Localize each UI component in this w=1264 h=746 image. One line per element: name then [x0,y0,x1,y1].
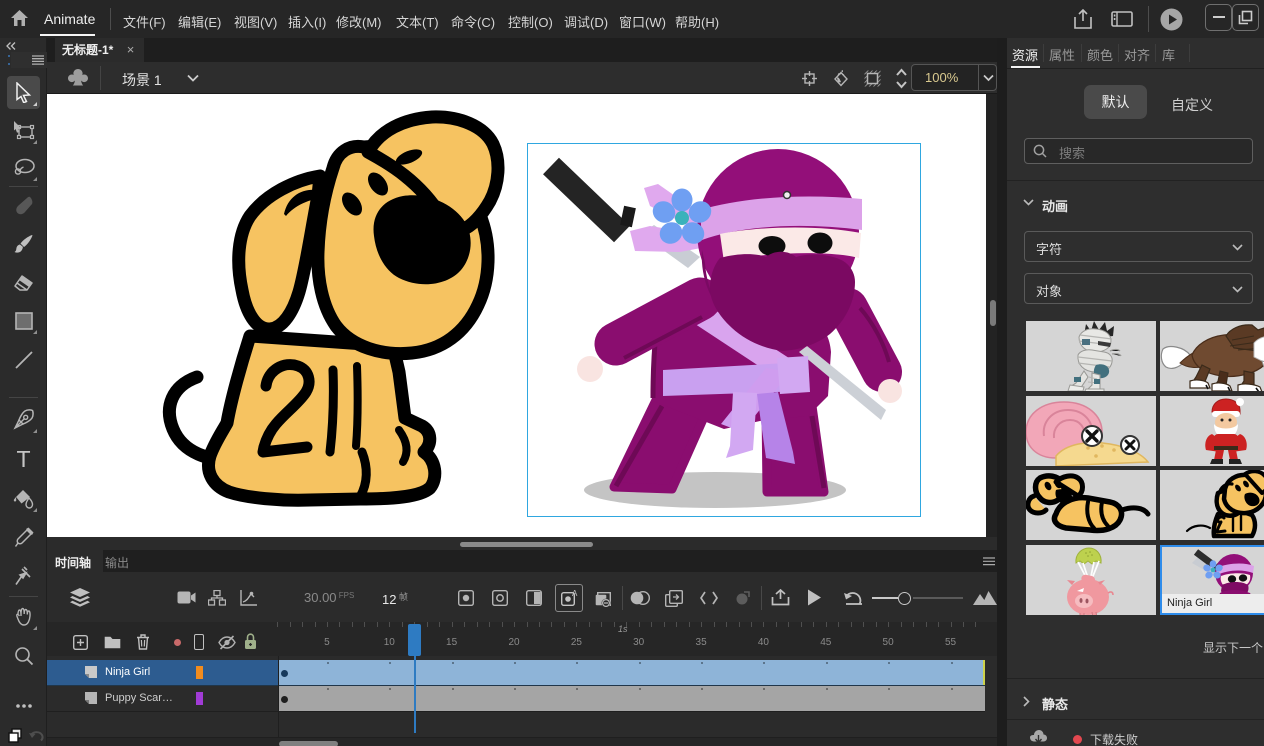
svg-text:A: A [572,590,578,598]
